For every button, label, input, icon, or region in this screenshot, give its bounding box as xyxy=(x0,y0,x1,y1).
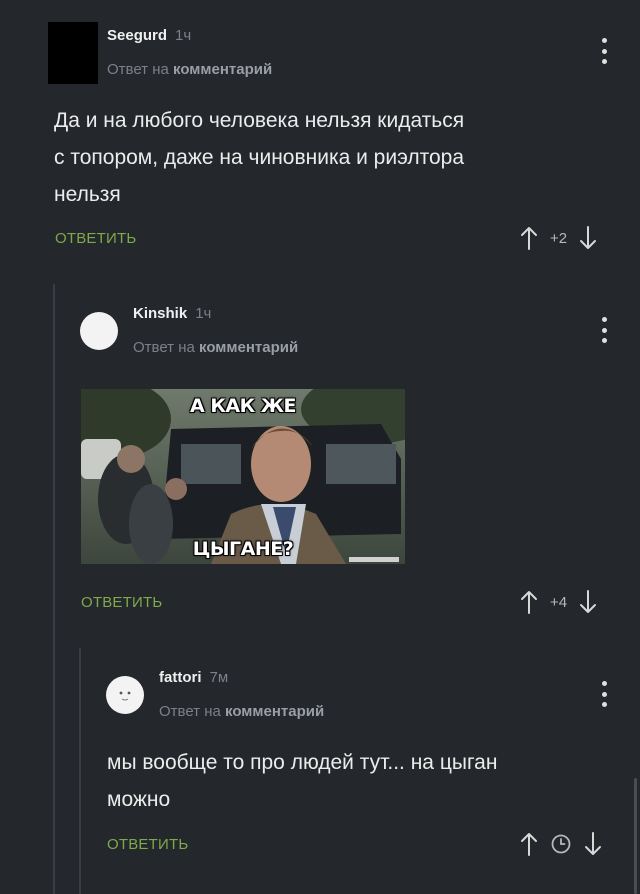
reply-to-line: Ответ на комментарий xyxy=(133,339,298,356)
reply-to-line: Ответ на комментарий xyxy=(159,703,324,720)
thread-line-level-1 xyxy=(53,284,55,894)
reply-to-prefix: Ответ на xyxy=(107,61,169,78)
comment-text-line: Да и на любого человека нельзя кидаться xyxy=(54,109,465,132)
avatar[interactable] xyxy=(80,312,118,350)
comment-text: Да и на любого человека нельзя кидаться … xyxy=(54,102,614,213)
scrollbar[interactable] xyxy=(634,778,637,894)
reply-to-link[interactable]: комментарий xyxy=(173,61,272,78)
comment-header: Kinshik 1ч xyxy=(133,305,211,322)
upvote-icon[interactable] xyxy=(520,226,538,250)
reply-button[interactable]: ОТВЕТИТЬ xyxy=(55,230,136,247)
comment-header: Seegurd 1ч xyxy=(107,27,191,44)
username[interactable]: fattori xyxy=(159,669,202,686)
reply-to-link[interactable]: комментарий xyxy=(199,339,298,356)
upvote-icon[interactable] xyxy=(520,832,538,856)
timestamp: 7м xyxy=(209,669,229,686)
upvote-icon[interactable] xyxy=(520,590,538,614)
username[interactable]: Kinshik xyxy=(133,305,187,322)
reply-button[interactable]: ОТВЕТИТЬ xyxy=(107,836,188,853)
avatar-face-icon xyxy=(119,691,131,701)
more-options-icon[interactable] xyxy=(600,317,608,343)
comment-text-line: с топором, даже на чиновника и риэлтора xyxy=(54,146,465,169)
reply-to-link[interactable]: комментарий xyxy=(225,703,324,720)
reply-button[interactable]: ОТВЕТИТЬ xyxy=(81,594,162,611)
meme-caption-bottom: ЦЫГАНЕ? xyxy=(192,538,294,560)
thread-line-level-2 xyxy=(79,648,81,894)
comment-text-line: можно xyxy=(107,788,171,811)
vote-controls: +2 xyxy=(520,226,597,250)
more-options-icon[interactable] xyxy=(600,38,608,64)
reply-to-line: Ответ на комментарий xyxy=(107,61,272,78)
meme-caption-top: А КАК ЖЕ xyxy=(190,395,296,417)
avatar[interactable] xyxy=(106,676,144,714)
comment-text: мы вообще то про людей тут... на цыган м… xyxy=(107,744,617,818)
comment-text-line: мы вообще то про людей тут... на цыган xyxy=(107,751,498,774)
username[interactable]: Seegurd xyxy=(107,27,167,44)
comment-text-line: нельзя xyxy=(54,183,121,206)
timestamp: 1ч xyxy=(175,27,192,44)
rating-value: +2 xyxy=(550,229,568,247)
comment-header: fattori 7м xyxy=(159,669,228,686)
clock-icon xyxy=(551,834,571,854)
downvote-icon[interactable] xyxy=(579,590,597,614)
timestamp: 1ч xyxy=(195,305,212,322)
more-options-icon[interactable] xyxy=(600,681,608,707)
downvote-icon[interactable] xyxy=(579,226,597,250)
vote-controls xyxy=(520,832,602,856)
reply-to-prefix: Ответ на xyxy=(159,703,221,720)
vote-controls: +4 xyxy=(520,590,597,614)
reply-to-prefix: Ответ на xyxy=(133,339,195,356)
meme-image[interactable]: А КАК ЖЕ ЦЫГАНЕ? xyxy=(81,389,405,564)
rating-value: +4 xyxy=(550,593,568,611)
avatar[interactable] xyxy=(48,22,98,84)
downvote-icon[interactable] xyxy=(584,832,602,856)
